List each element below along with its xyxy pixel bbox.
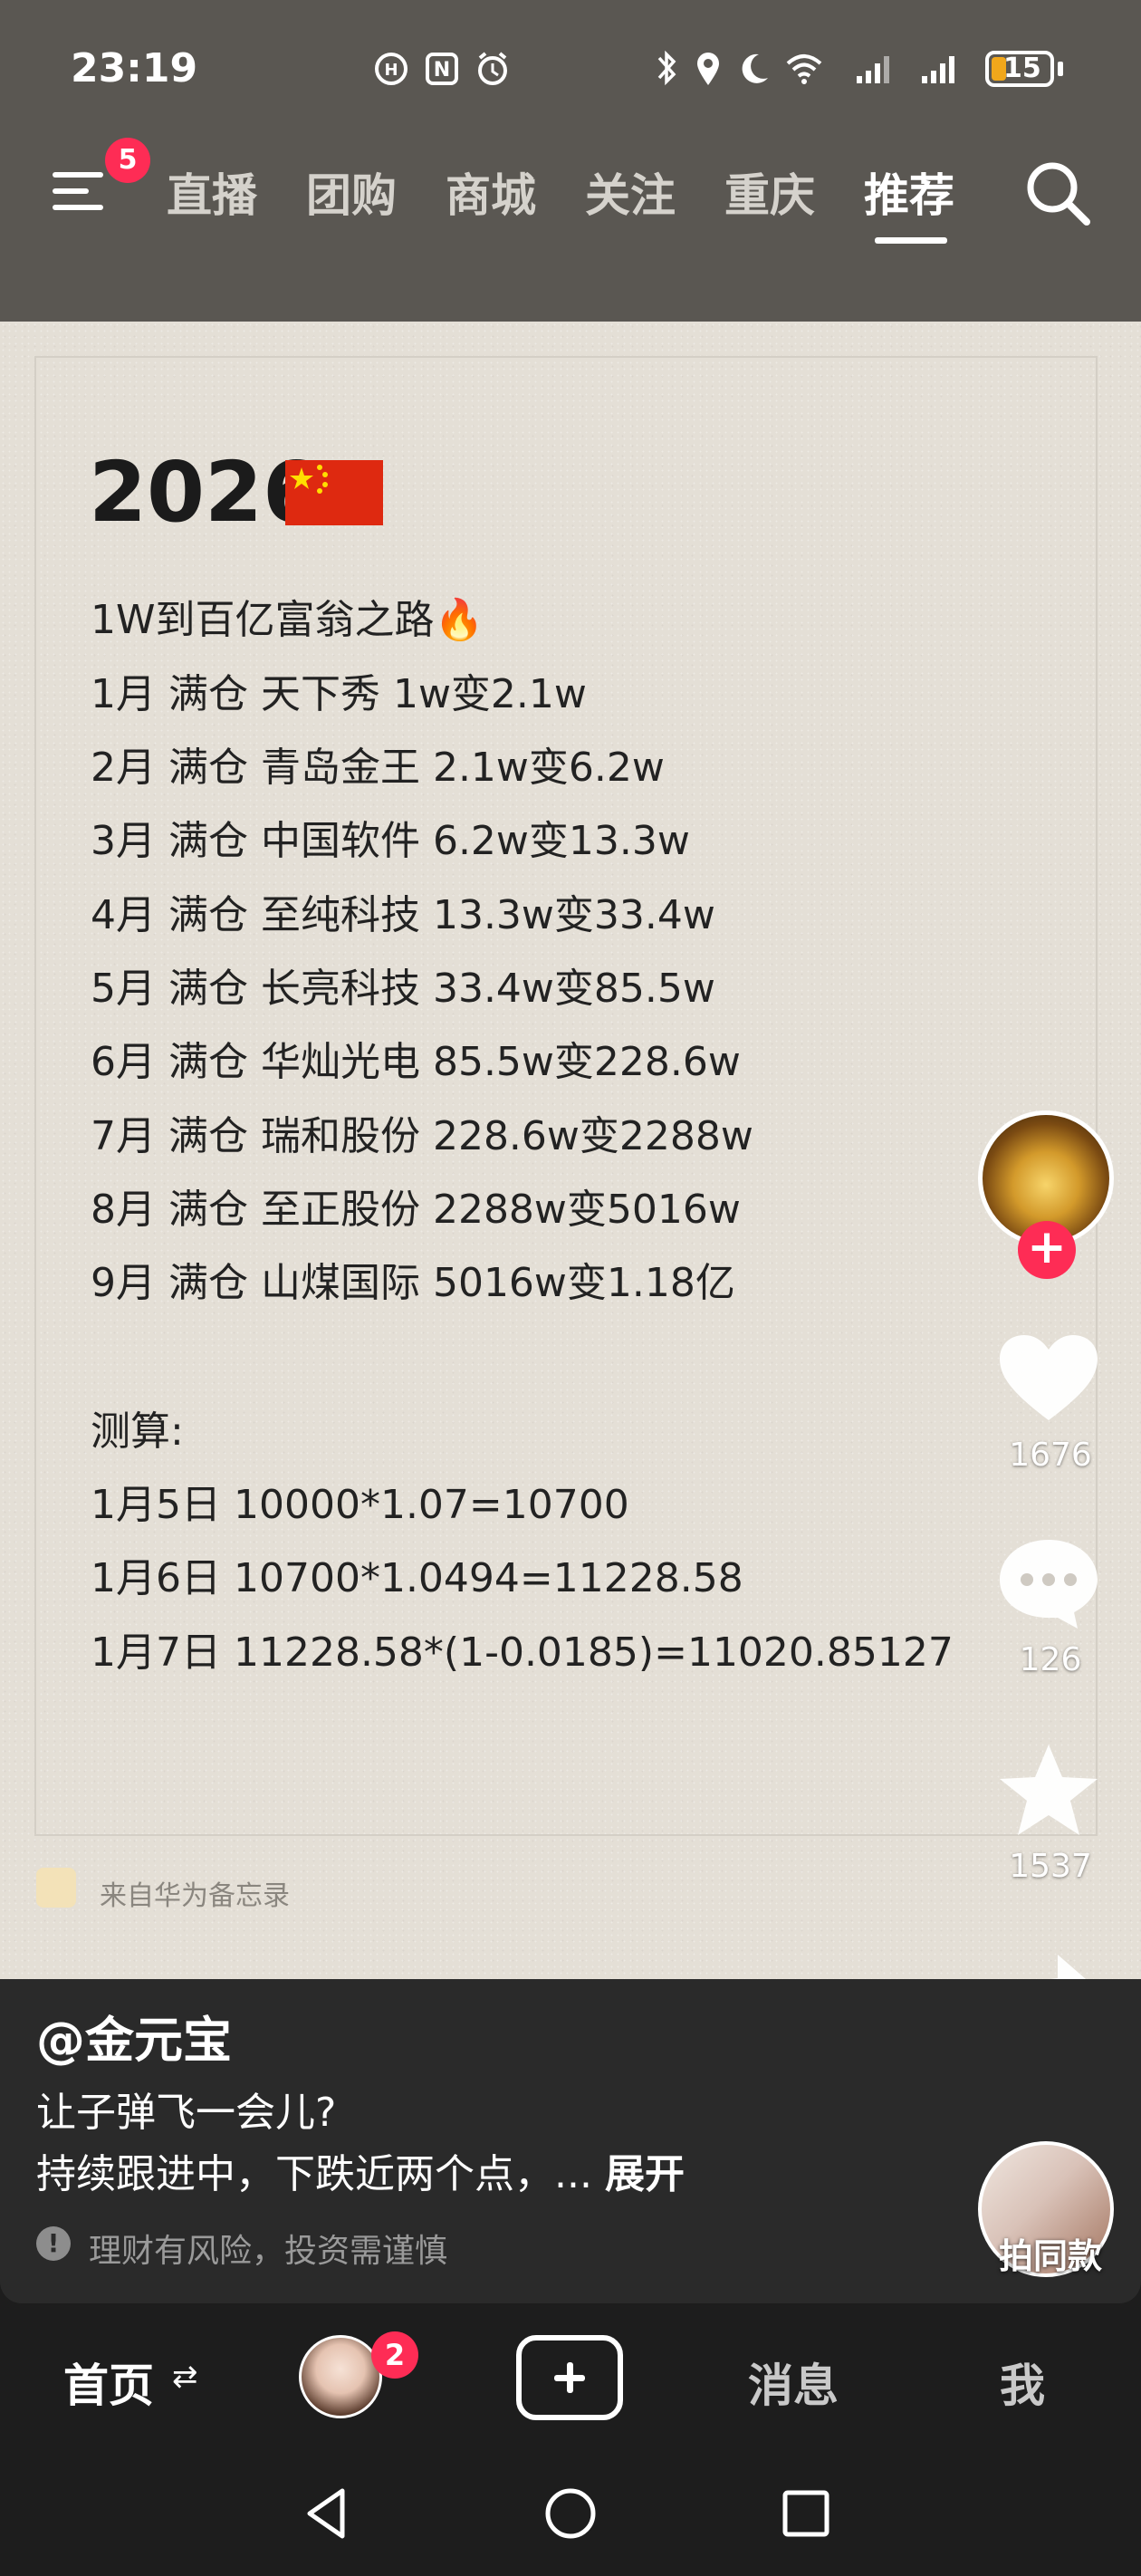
note-line: 5月 满仓 长亮科技 33.4w变85.5w [91,966,715,1012]
favorite-star-icon[interactable] [994,1741,1103,1841]
author-name[interactable]: @金元宝 [36,2000,232,2071]
tab-live[interactable]: 直播 [167,159,257,225]
nfc-icon: N [426,53,458,85]
note-line: 6月 满仓 华灿光电 85.5w变228.6w [91,1039,741,1085]
follow-button[interactable]: + [1018,1221,1076,1279]
note-line: 7月 满仓 瑞和股份 228.6w变2288w [91,1113,753,1159]
note-line: 8月 满仓 至正股份 2288w变5016w [91,1187,741,1233]
tab-group-buy[interactable]: 团购 [306,159,397,225]
note-line: 4月 满仓 至纯科技 13.3w变33.4w [91,892,715,938]
tab-me[interactable]: 我 [1000,2350,1045,2415]
note-frame [34,356,1098,1836]
note-headline: 1W到百亿富翁之路🔥 [91,597,484,643]
alarm-icon [478,52,507,85]
risk-notice: 理财有风险，投资需谨慎 [89,2233,448,2270]
create-button[interactable] [516,2335,623,2420]
note-source: 来自华为备忘录 [100,1880,290,1912]
moon-icon [742,53,768,83]
note-line: 2月 满仓 青岛金王 2.1w变6.2w [91,745,665,791]
note-line: 1月 满仓 天下秀 1w变2.1w [91,671,587,717]
svg-text:H: H [384,61,398,80]
tab-recommended[interactable]: 推荐 [864,159,954,225]
battery-level: 15 [1003,53,1041,84]
back-icon[interactable] [301,2485,355,2542]
tab-chongqing[interactable]: 重庆 [724,159,815,225]
same-style-button[interactable]: 拍同款 [987,2228,1114,2278]
battery-icon: 15 [985,51,1054,87]
recents-icon[interactable] [781,2488,831,2539]
menu-icon[interactable] [53,168,107,214]
note-calc-title: 测算: [91,1408,184,1455]
note-line: 3月 满仓 中国软件 6.2w变13.3w [91,818,690,864]
location-icon [697,53,719,85]
tab-messages[interactable]: 消息 [748,2350,839,2415]
svg-text:N: N [434,59,450,82]
tab-home[interactable]: 首页 [63,2350,154,2415]
memo-app-icon [36,1868,76,1908]
signal-icon [922,56,954,83]
bluetooth-icon [657,50,676,86]
like-count: 1676 [1009,1437,1092,1474]
note-calc-line: 1月5日 10000*1.07=10700 [91,1482,629,1528]
like-heart-icon[interactable] [994,1330,1103,1429]
note-calc-line: 1月6日 10700*1.0494=11228.58 [91,1555,743,1601]
status-right-icons [657,50,954,86]
battery-cap [1058,62,1063,76]
hd-icon: H [375,53,408,85]
note-calc-line: 1月7日 11228.58*(1-0.0185)=11020.85127 [91,1629,954,1676]
expand-button[interactable]: 展开 [605,2151,685,2197]
signal-icon [857,56,889,83]
caption-line: 让子弹飞一会儿? [36,2090,337,2136]
home-circle-icon[interactable] [543,2486,598,2541]
china-flag-icon [285,460,383,525]
tab-mall[interactable]: 商城 [446,159,536,225]
tab-following[interactable]: 关注 [585,159,676,225]
comment-count: 126 [1019,1641,1082,1678]
note-line: 9月 满仓 山煤国际 5016w变1.18亿 [91,1260,735,1306]
search-icon[interactable] [1023,159,1092,227]
switch-arrows-icon[interactable]: ⇄ [172,2359,198,2395]
friends-avatar[interactable] [299,2335,382,2418]
caption-text: 持续跟进中，下跌近两个点，... [36,2151,592,2197]
comment-icon[interactable] [994,1533,1103,1632]
favorite-count: 1537 [1009,1848,1092,1885]
active-tab-indicator [875,237,947,244]
menu-badge: 5 [105,138,150,183]
friends-badge: 2 [371,2331,418,2379]
status-time: 23:19 [71,45,198,91]
warning-icon: ! [36,2226,71,2261]
status-left-icons: H N [375,52,507,85]
wifi-icon [786,54,822,84]
caption-line-2: 持续跟进中，下跌近两个点，... 展开 [36,2141,685,2199]
